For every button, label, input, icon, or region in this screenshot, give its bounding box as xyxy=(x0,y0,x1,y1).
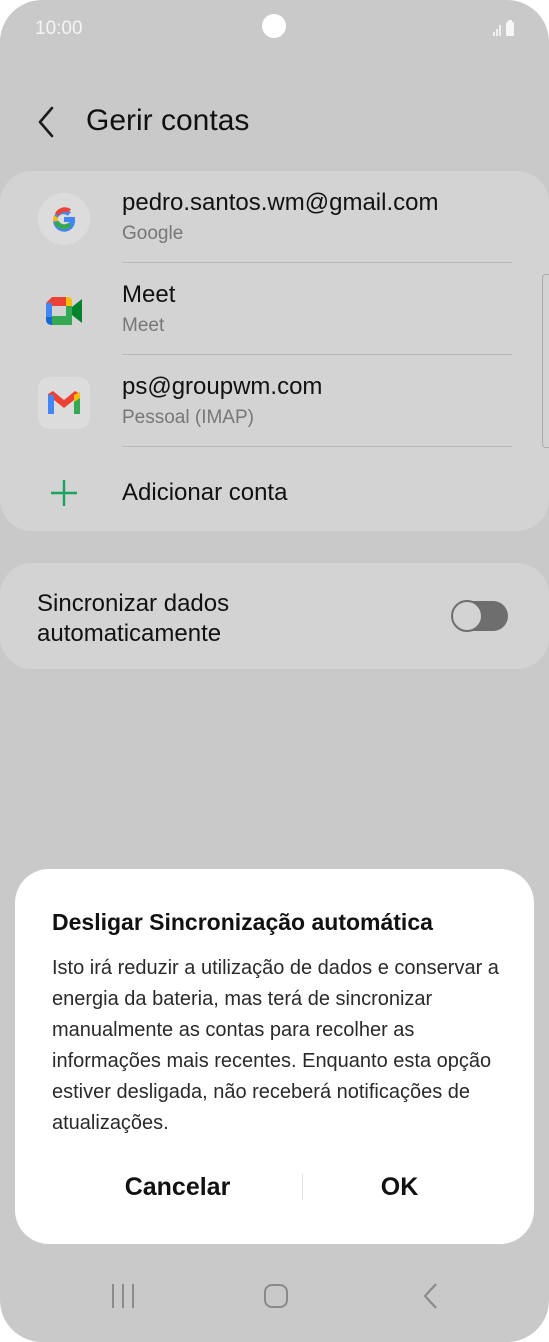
account-email: pedro.santos.wm@gmail.com xyxy=(122,189,439,216)
home-icon[interactable] xyxy=(256,1276,296,1316)
auto-sync-label: Sincronizar dados automaticamente xyxy=(37,590,230,647)
account-row-meet[interactable]: Meet Meet xyxy=(0,263,549,355)
ok-button[interactable]: OK xyxy=(287,1159,512,1215)
plus-icon xyxy=(51,480,77,506)
account-row-google[interactable]: pedro.santos.wm@gmail.com Google xyxy=(0,171,549,263)
add-account-label: Adicionar conta xyxy=(122,479,288,506)
account-row-imap[interactable]: ps@groupwm.com Pessoal (IMAP) xyxy=(0,355,549,447)
front-camera xyxy=(262,14,286,38)
meet-icon xyxy=(38,285,90,337)
recent-apps-icon[interactable] xyxy=(103,1276,143,1316)
status-bar: 10:00 xyxy=(0,0,549,58)
toggle-knob xyxy=(451,600,483,632)
back-nav-icon[interactable] xyxy=(411,1276,451,1316)
phone-screen: 10:00 Gerir contas pedro.santos.wm@gmail… xyxy=(0,0,549,1342)
page-title: Gerir contas xyxy=(86,104,250,137)
account-type: Google xyxy=(122,223,184,244)
signal-battery-icon xyxy=(493,20,514,36)
back-arrow-icon[interactable] xyxy=(30,104,62,140)
auto-sync-toggle[interactable] xyxy=(451,600,508,632)
account-email: ps@groupwm.com xyxy=(122,373,323,400)
dialog-title: Desligar Sincronização automática xyxy=(52,909,433,935)
account-type: Pessoal (IMAP) xyxy=(122,407,254,428)
scrollbar[interactable] xyxy=(542,274,549,448)
gmail-icon xyxy=(38,377,90,429)
add-account-row[interactable]: Adicionar conta xyxy=(0,447,549,539)
accounts-card: pedro.santos.wm@gmail.com Google Meet Me… xyxy=(0,171,549,531)
status-time: 10:00 xyxy=(35,18,83,39)
google-icon xyxy=(38,193,90,245)
app-bar: Gerir contas xyxy=(0,90,549,154)
cancel-button[interactable]: Cancelar xyxy=(65,1159,290,1215)
auto-sync-card[interactable]: Sincronizar dados automaticamente xyxy=(0,563,549,669)
dialog-message: Isto irá reduzir a utilização de dados e… xyxy=(52,957,499,1134)
disable-sync-dialog: Desligar Sincronização automática Isto i… xyxy=(15,869,534,1244)
account-type: Meet xyxy=(122,315,165,336)
account-name: Meet xyxy=(122,281,176,308)
navigation-bar xyxy=(0,1262,549,1342)
